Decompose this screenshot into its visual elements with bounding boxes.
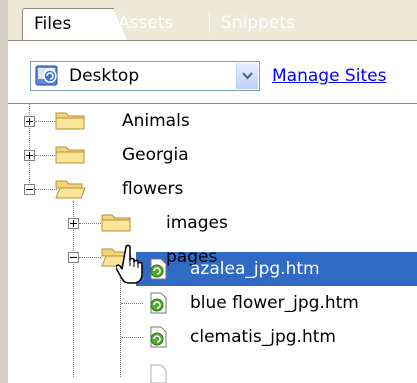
- file-tree: Animals Georgia flowers images pages aza…: [8, 104, 417, 383]
- tree-item-flowers[interactable]: flowers: [8, 172, 417, 206]
- chevron-down-icon: [242, 72, 253, 80]
- tree-item-label: clematis_jpg.htm: [190, 327, 336, 347]
- expand-toggle[interactable]: [68, 218, 79, 229]
- tab-files-label: Files: [34, 14, 72, 34]
- tab-assets-label: Assets: [118, 13, 174, 33]
- tree-item-label: Georgia: [122, 145, 189, 165]
- tab-separator: [209, 13, 210, 33]
- tree-item-label: Animals: [122, 111, 190, 131]
- tree-item-georgia[interactable]: Georgia: [8, 138, 417, 172]
- tree-item-label: flowers: [122, 179, 184, 199]
- open-folder-icon: [55, 180, 86, 199]
- tree-item-animals[interactable]: Animals: [8, 104, 417, 138]
- tree-item-label: images: [166, 213, 228, 233]
- site-dropdown-button[interactable]: [236, 63, 258, 89]
- site-icon: [35, 65, 58, 86]
- tree-item-clematis[interactable]: clematis_jpg.htm: [8, 320, 417, 354]
- site-toolbar: Desktop Manage Sites: [8, 41, 417, 104]
- html-file-icon: [150, 292, 167, 314]
- manage-sites-link[interactable]: Manage Sites: [272, 65, 386, 87]
- html-file-icon: [150, 258, 167, 280]
- tab-assets[interactable]: Assets: [118, 8, 173, 40]
- html-file-icon: [150, 326, 167, 348]
- tab-snippets-label: Snippets: [221, 13, 295, 33]
- html-file-icon: [150, 364, 167, 383]
- folder-icon: [101, 214, 131, 232]
- site-select-value: Desktop: [69, 66, 140, 86]
- folder-icon: [55, 112, 85, 130]
- tab-snippets[interactable]: Snippets: [221, 8, 295, 40]
- tree-item-images[interactable]: images: [8, 206, 417, 240]
- tree-item-label: azalea_jpg.htm: [190, 259, 320, 279]
- folder-icon: [55, 146, 85, 164]
- hand-cursor-icon: [116, 244, 143, 284]
- expand-toggle[interactable]: [24, 150, 35, 161]
- collapse-toggle[interactable]: [24, 184, 35, 195]
- tree-item-label: blue flower_jpg.htm: [190, 293, 359, 313]
- tab-bar: Files Assets Snippets: [8, 0, 417, 41]
- files-panel: Files Assets Snippets Desktop Manage Sit…: [0, 0, 417, 383]
- expand-toggle[interactable]: [24, 116, 35, 127]
- tree-item-blue-flower[interactable]: blue flower_jpg.htm: [8, 286, 417, 320]
- site-select[interactable]: Desktop: [30, 61, 260, 91]
- tab-files[interactable]: Files: [22, 8, 127, 40]
- tree-item-azalea[interactable]: azalea_jpg.htm: [8, 252, 417, 286]
